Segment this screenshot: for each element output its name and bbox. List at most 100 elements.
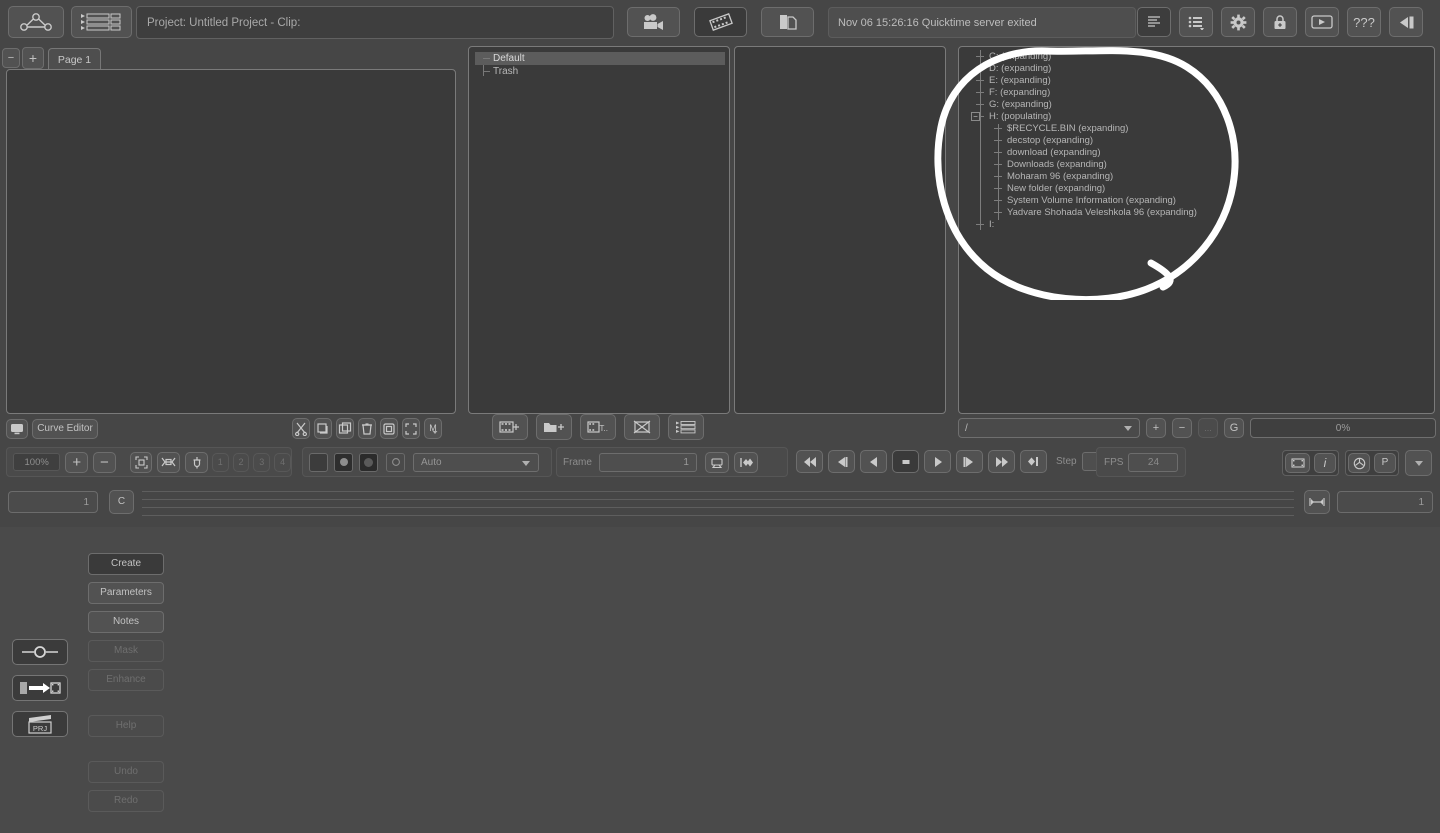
paste-icon[interactable] — [336, 418, 354, 439]
gear-icon[interactable] — [1221, 7, 1255, 37]
add-folder-icon[interactable] — [536, 414, 572, 440]
project-clapper-icon[interactable]: PRJ — [12, 711, 68, 737]
fast-forward-icon[interactable] — [988, 450, 1015, 473]
import-clip-icon[interactable] — [12, 675, 68, 701]
duplicate-icon[interactable] — [380, 418, 398, 439]
monitor-icon[interactable] — [1285, 453, 1310, 473]
browse-button[interactable]: ... — [1198, 418, 1218, 438]
file-tree-row[interactable]: Downloads (expanding) — [963, 158, 1433, 170]
file-tree-row[interactable]: decstop (expanding) — [963, 134, 1433, 146]
zoom-in-button[interactable]: + — [65, 451, 89, 473]
remove-page-button[interactable]: − — [2, 48, 20, 68]
info-icon[interactable]: i — [1314, 453, 1336, 473]
timeline-out-field[interactable]: 1 — [1337, 491, 1433, 513]
fit-icon[interactable] — [129, 451, 153, 473]
tab-page-1[interactable]: Page 1 — [48, 48, 101, 70]
view-slot-1[interactable]: 1 — [211, 452, 229, 472]
channel-rgb-icon[interactable] — [309, 452, 328, 472]
3d-icon[interactable] — [1348, 453, 1370, 473]
path-select[interactable]: / — [958, 418, 1140, 438]
prev-frame-icon[interactable] — [828, 450, 855, 473]
pin-icon[interactable] — [185, 451, 208, 473]
trash-icon[interactable] — [358, 418, 376, 439]
file-tree-row[interactable]: C: (expanding) — [963, 50, 1433, 62]
side-menu-create-button[interactable]: Create — [88, 553, 164, 575]
node-handle-icon[interactable] — [12, 639, 68, 665]
frame-value-field[interactable]: 1 — [598, 452, 697, 472]
list-settings-icon[interactable] — [668, 414, 704, 440]
camera-icon[interactable] — [627, 7, 680, 37]
file-tree-row[interactable]: − H: (populating) — [963, 110, 1433, 122]
file-tree-row[interactable]: G: (expanding) — [963, 98, 1433, 110]
dropdown-icon[interactable] — [1405, 450, 1432, 476]
file-tree-row[interactable]: I: — [963, 218, 1433, 230]
copy-icon[interactable] — [314, 418, 332, 439]
link-icon[interactable] — [157, 451, 181, 473]
remove-path-button[interactable]: − — [1172, 418, 1192, 438]
help-button[interactable]: ??? — [1347, 7, 1381, 37]
add-path-button[interactable]: + — [1146, 418, 1166, 438]
play-icon[interactable] — [924, 450, 951, 473]
zoom-out-button[interactable]: − — [93, 451, 116, 473]
file-tree-row[interactable]: System Volume Information (expanding) — [963, 194, 1433, 206]
project-title-field[interactable]: Project: Untitled Project - Clip: — [136, 6, 614, 39]
timeline-in-field[interactable]: 1 — [8, 491, 98, 513]
bin-item-trash[interactable]: Trash — [475, 65, 725, 78]
monitor-icon[interactable] — [6, 419, 28, 439]
file-tree-row[interactable]: Yadvare Shohada Veleshkola 96 (expanding… — [963, 206, 1433, 218]
file-tree-row[interactable]: E: (expanding) — [963, 74, 1433, 86]
rewind-icon[interactable] — [796, 450, 823, 473]
view-slot-2[interactable]: 2 — [232, 452, 250, 472]
tree-expander-icon[interactable]: − — [971, 112, 980, 121]
list-menu-icon[interactable] — [1179, 7, 1213, 37]
fps-value-field[interactable]: 24 — [1128, 452, 1179, 472]
list-view-icon[interactable] — [71, 6, 132, 38]
channel-alpha-icon[interactable] — [334, 452, 353, 472]
clip-bin-panel[interactable]: Default Trash — [468, 46, 730, 414]
play-icon[interactable] — [1305, 7, 1339, 37]
mode-menu-icon[interactable]: M — [424, 418, 442, 439]
channel-luma-icon[interactable] — [359, 452, 378, 472]
view-slot-3[interactable]: 3 — [253, 452, 271, 472]
lock-add-icon[interactable] — [1263, 7, 1297, 37]
file-tree-row[interactable]: Moharam 96 (expanding) — [963, 170, 1433, 182]
viewer-panel[interactable] — [734, 46, 946, 414]
timeline-track[interactable] — [142, 489, 1294, 517]
bin-item-default[interactable]: Default — [475, 52, 725, 65]
side-menu-notes-button[interactable]: Notes — [88, 611, 164, 633]
fit-range-icon[interactable] — [1304, 490, 1330, 514]
set-key-icon[interactable] — [733, 451, 758, 473]
node-graph-icon[interactable] — [8, 6, 64, 38]
cut-icon[interactable] — [292, 418, 310, 439]
play-back-icon[interactable] — [860, 450, 887, 473]
file-tree-row[interactable]: D: (expanding) — [963, 62, 1433, 74]
zoom-level-field[interactable]: 100% — [13, 453, 61, 471]
add-clip-icon[interactable] — [492, 414, 528, 440]
node-graph-panel[interactable] — [6, 69, 456, 414]
file-tree-row[interactable]: $RECYCLE.BIN (expanding) — [963, 122, 1433, 134]
side-menu-parameters-button[interactable]: Parameters — [88, 582, 164, 604]
add-page-button[interactable]: + — [22, 47, 44, 69]
expand-icon[interactable] — [402, 418, 420, 439]
file-tree-row[interactable]: New folder (expanding) — [963, 182, 1433, 194]
curve-editor-button[interactable]: Curve Editor — [32, 419, 98, 439]
view-slot-4[interactable]: 4 — [274, 452, 291, 472]
circle-icon[interactable] — [386, 452, 405, 472]
stop-icon[interactable] — [892, 450, 919, 473]
next-key-icon[interactable] — [1020, 450, 1047, 473]
clear-icon[interactable] — [624, 414, 660, 440]
film-strip-icon[interactable] — [694, 7, 747, 37]
go-button[interactable]: G — [1224, 418, 1244, 438]
clip-text-icon[interactable]: T.. — [580, 414, 616, 440]
auto-select[interactable]: Auto — [413, 452, 539, 472]
timeline-c-button[interactable]: C — [109, 490, 134, 514]
parameters-toggle[interactable]: P — [1374, 453, 1396, 473]
file-copy-icon[interactable] — [761, 7, 814, 37]
export-icon[interactable] — [1389, 7, 1423, 37]
next-frame-icon[interactable] — [956, 450, 983, 473]
text-align-icon[interactable] — [1137, 7, 1171, 37]
loop-icon[interactable] — [704, 451, 729, 473]
file-tree-row[interactable]: F: (expanding) — [963, 86, 1433, 98]
file-tree-panel[interactable]: C: (expanding) D: (expanding) E: (expandin… — [958, 46, 1435, 414]
file-tree-row[interactable]: download (expanding) — [963, 146, 1433, 158]
